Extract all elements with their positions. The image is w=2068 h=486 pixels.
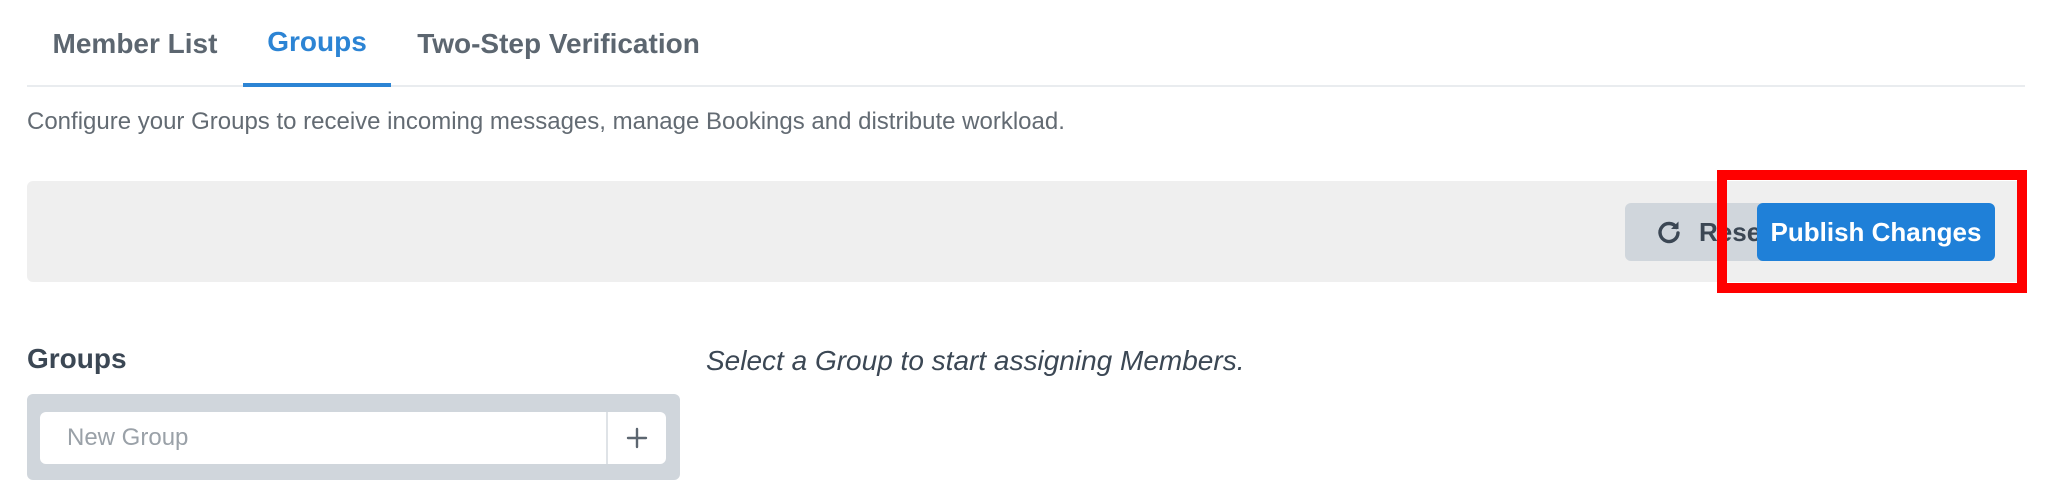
new-group-panel [27, 394, 680, 480]
page-description: Configure your Groups to receive incomin… [27, 108, 1065, 135]
plus-icon [626, 427, 648, 449]
new-group-field [40, 412, 666, 464]
action-toolbar: Reset Publish Changes [27, 181, 2025, 282]
new-group-input[interactable] [40, 412, 606, 464]
tab-member-list[interactable]: Member List [27, 0, 243, 87]
tab-bar: Member List Groups Two-Step Verification [27, 0, 2025, 87]
tab-groups[interactable]: Groups [243, 0, 391, 87]
page: Member List Groups Two-Step Verification… [0, 0, 2068, 486]
publish-changes-button[interactable]: Publish Changes [1757, 203, 1995, 261]
groups-heading: Groups [27, 343, 127, 374]
tab-two-step-verification[interactable]: Two-Step Verification [391, 0, 726, 87]
add-group-button[interactable] [606, 412, 666, 464]
refresh-icon [1655, 218, 1683, 246]
select-group-hint: Select a Group to start assigning Member… [706, 345, 1245, 376]
